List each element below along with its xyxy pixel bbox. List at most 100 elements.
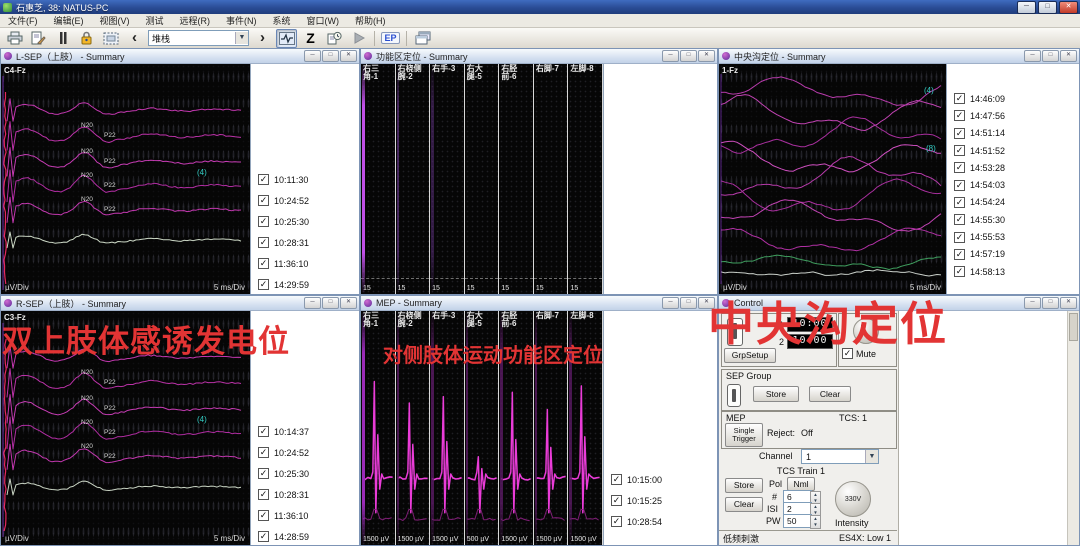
report-button[interactable] <box>28 29 49 48</box>
trace-checkbox[interactable]: ✓ <box>954 128 965 139</box>
sweep-count-label: 15 <box>501 285 509 292</box>
close-button[interactable]: ✕ <box>1059 1 1078 14</box>
spinner-arrows-icon[interactable]: ▲▼ <box>810 515 821 529</box>
tcs-clear-button[interactable]: Clear <box>725 497 763 512</box>
close-button[interactable]: ✕ <box>340 297 357 309</box>
mep-titlebar[interactable]: MEP - Summary ─□✕ <box>361 296 717 311</box>
pw-label: PW <box>766 516 781 526</box>
lsep-titlebar[interactable]: L-SEP（上肢） - Summary ─□✕ <box>1 49 359 64</box>
restore-button[interactable]: □ <box>322 50 339 62</box>
intensity-knob[interactable]: 330V <box>835 481 871 517</box>
restore-button[interactable]: □ <box>1042 50 1059 62</box>
control-scrollbar[interactable] <box>1067 311 1079 545</box>
print-button[interactable] <box>4 29 25 48</box>
menu-item-7[interactable]: 系统 <box>265 14 299 27</box>
minimize-button[interactable]: ─ <box>304 297 321 309</box>
trace-checkbox[interactable]: ✓ <box>954 110 965 121</box>
trace-checkbox[interactable]: ✓ <box>258 489 269 500</box>
minimize-button[interactable]: ─ <box>662 297 679 309</box>
menu-item-5[interactable]: 远程(R) <box>172 14 219 27</box>
channel-select[interactable]: 1 ▼ <box>801 449 879 464</box>
pw-spinner[interactable]: 50▲▼ <box>783 514 812 528</box>
cascade-windows-button[interactable] <box>412 29 433 48</box>
menu-item-2[interactable]: 编辑(E) <box>46 14 92 27</box>
minimize-button[interactable]: ─ <box>1024 50 1041 62</box>
menu-item-4[interactable]: 测试 <box>138 14 172 27</box>
reject-label: Reject: <box>767 428 795 438</box>
lock-button[interactable] <box>76 29 97 48</box>
run-button[interactable] <box>348 29 369 48</box>
ep-mode-button[interactable]: EP <box>380 29 401 48</box>
trace-checkbox[interactable]: ✓ <box>954 180 965 191</box>
close-button[interactable]: ✕ <box>698 50 715 62</box>
trace-checkbox[interactable]: ✓ <box>258 258 269 269</box>
p22-marker-label: P22 <box>104 158 116 165</box>
restore-button[interactable]: □ <box>322 297 339 309</box>
trace-checkbox[interactable]: ✓ <box>954 266 965 277</box>
next-button[interactable]: › <box>252 29 273 48</box>
minimize-button[interactable]: ─ <box>1024 297 1041 309</box>
trace-checkbox[interactable]: ✓ <box>258 447 269 458</box>
timestamp-row: ✓14:51:14 <box>947 125 1079 142</box>
events-log-button[interactable] <box>324 29 345 48</box>
previous-button[interactable]: ‹ <box>124 29 145 48</box>
trace-checkbox[interactable]: ✓ <box>258 510 269 521</box>
trace-checkbox[interactable]: ✓ <box>954 162 965 173</box>
trace-checkbox[interactable]: ✓ <box>954 214 965 225</box>
screen-layout-button[interactable] <box>100 29 121 48</box>
trace-checkbox[interactable]: ✓ <box>258 468 269 479</box>
menu-item-3[interactable]: 视图(V) <box>92 14 138 27</box>
trace-checkbox[interactable]: ✓ <box>954 93 965 104</box>
trace-checkbox[interactable]: ✓ <box>611 474 622 485</box>
restore-button[interactable]: □ <box>680 297 697 309</box>
scrollbar-thumb[interactable] <box>1069 313 1078 341</box>
trace-checkbox[interactable]: ✓ <box>954 145 965 156</box>
sep-store-button[interactable]: Store <box>753 386 799 402</box>
single-trigger-button[interactable]: Single Trigger <box>725 423 763 447</box>
channel-label: Channel <box>759 451 793 461</box>
trace-checkbox[interactable]: ✓ <box>258 174 269 185</box>
column-header: 右三角-1 <box>361 64 395 83</box>
trace-checkbox[interactable]: ✓ <box>258 195 269 206</box>
window-icon <box>4 299 12 307</box>
trace-checkbox[interactable]: ✓ <box>258 216 269 227</box>
stim-artifact-streak <box>362 64 365 294</box>
close-button[interactable]: ✕ <box>1060 50 1077 62</box>
timestamp-row: ✓10:28:31 <box>251 232 359 253</box>
trace-checkbox[interactable]: ✓ <box>258 237 269 248</box>
func-titlebar[interactable]: 功能区定位 - Summary ─□✕ <box>361 49 717 64</box>
montage-select[interactable]: 堆栈 ▼ <box>148 30 249 46</box>
maximize-button[interactable]: □ <box>1038 1 1057 14</box>
column-header: 右脚-7 <box>534 311 568 330</box>
menu-item-1[interactable]: 文件(F) <box>0 14 46 27</box>
menu-item-8[interactable]: 窗口(W) <box>299 14 348 27</box>
trace-checkbox[interactable]: ✓ <box>258 426 269 437</box>
minimize-button[interactable]: ─ <box>662 50 679 62</box>
z-scale-button[interactable]: Z <box>300 29 321 48</box>
trace-checkbox[interactable]: ✓ <box>954 249 965 260</box>
mep-trace-checklist: ✓10:15:00✓10:15:25✓10:28:54 <box>603 311 717 545</box>
menu-item-6[interactable]: 事件(N) <box>218 14 265 27</box>
pol-button[interactable]: Nml <box>787 477 815 491</box>
restore-button[interactable]: □ <box>680 50 697 62</box>
central-titlebar[interactable]: 中央沟定位 - Summary ─□✕ <box>719 49 1079 64</box>
trace-checkbox[interactable]: ✓ <box>954 232 965 243</box>
waveform-view-button[interactable] <box>276 29 297 48</box>
close-button[interactable]: ✕ <box>340 50 357 62</box>
trace-checkbox[interactable]: ✓ <box>258 531 269 542</box>
tcs-store-button[interactable]: Store <box>725 478 763 493</box>
menu-item-9[interactable]: 帮助(H) <box>347 14 394 27</box>
sep-clear-button[interactable]: Clear <box>809 386 851 402</box>
main-titlebar[interactable]: 石惠芝, 38: NATUS-PC ─ □ ✕ <box>0 0 1080 14</box>
trace-checkbox[interactable]: ✓ <box>611 516 622 527</box>
trace-checkbox[interactable]: ✓ <box>954 197 965 208</box>
close-button[interactable]: ✕ <box>1060 297 1077 309</box>
minimize-button[interactable]: ─ <box>1017 1 1036 14</box>
restore-button[interactable]: □ <box>1042 297 1059 309</box>
trace-checkbox[interactable]: ✓ <box>258 279 269 290</box>
impedance-button[interactable] <box>52 29 73 48</box>
func-channel-columns: 右三角-115右桡侧腕-215右手-315右大腿-515右胫前-615右脚-71… <box>361 64 603 294</box>
rsep-titlebar[interactable]: R-SEP（上肢） - Summary ─□✕ <box>1 296 359 311</box>
minimize-button[interactable]: ─ <box>304 50 321 62</box>
trace-checkbox[interactable]: ✓ <box>611 495 622 506</box>
